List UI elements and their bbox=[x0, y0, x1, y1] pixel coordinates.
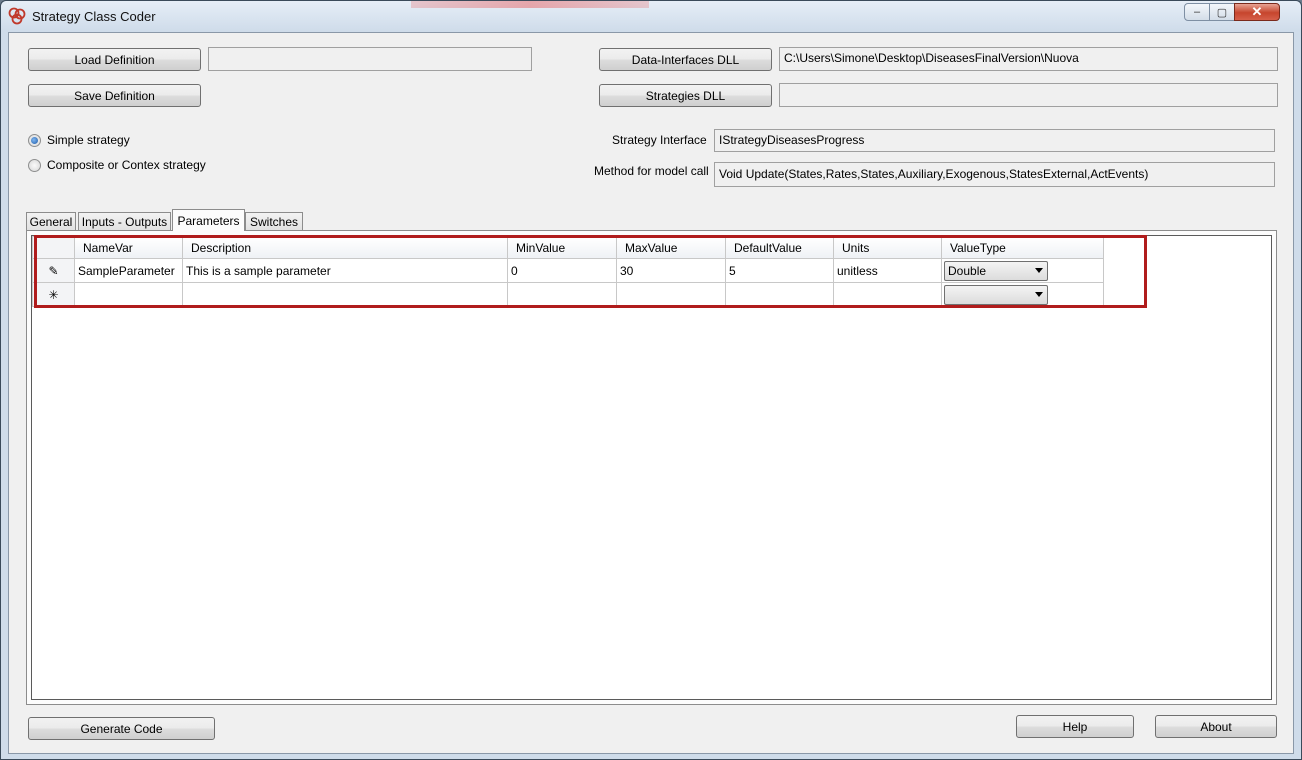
app-window: Strategy Class Coder – ▢ ✕ Load Definiti… bbox=[0, 0, 1302, 760]
help-button[interactable]: Help bbox=[1016, 715, 1134, 738]
new-cell-namevar[interactable] bbox=[74, 282, 183, 307]
close-button[interactable]: ✕ bbox=[1234, 3, 1280, 21]
column-header-units[interactable]: Units bbox=[833, 236, 942, 259]
cell-units[interactable]: unitless bbox=[833, 258, 942, 283]
new-row-indicator[interactable]: ✳ bbox=[32, 282, 75, 307]
cell-description[interactable]: This is a sample parameter bbox=[182, 258, 508, 283]
strategies-dll-path-field[interactable] bbox=[779, 83, 1278, 107]
column-header-valuetype[interactable]: ValueType bbox=[941, 236, 1104, 259]
parameters-table: NameVar Description MinValue MaxValue De… bbox=[32, 236, 1104, 307]
column-header-maxvalue[interactable]: MaxValue bbox=[616, 236, 726, 259]
title-bar[interactable]: Strategy Class Coder – ▢ ✕ bbox=[1, 1, 1301, 31]
row-indicator[interactable]: ✎ bbox=[32, 258, 75, 283]
new-table-row: ✳ bbox=[32, 282, 1104, 307]
client-area: Load Definition Save Definition Data-Int… bbox=[8, 32, 1294, 754]
title-decoration bbox=[411, 1, 649, 8]
column-header-minvalue[interactable]: MinValue bbox=[507, 236, 617, 259]
tab-switches[interactable]: Switches bbox=[245, 212, 303, 230]
new-row-icon: ✳ bbox=[48, 287, 59, 302]
strategy-interface-field[interactable]: IStrategyDiseasesProgress bbox=[714, 129, 1275, 152]
method-field[interactable]: Void Update(States,Rates,States,Auxiliar… bbox=[714, 162, 1275, 187]
cell-defaultvalue[interactable]: 5 bbox=[725, 258, 834, 283]
minimize-button[interactable]: – bbox=[1184, 3, 1210, 21]
new-cell-maxvalue[interactable] bbox=[616, 282, 726, 307]
strategy-interface-label: Strategy Interface bbox=[612, 133, 707, 147]
cell-valuetype: Double bbox=[941, 258, 1104, 283]
cell-namevar[interactable]: SampleParameter bbox=[74, 258, 183, 283]
data-interfaces-dll-path-field[interactable]: C:\Users\Simone\Desktop\DiseasesFinalVer… bbox=[779, 47, 1278, 71]
grid-corner-header[interactable] bbox=[32, 236, 75, 259]
maximize-button[interactable]: ▢ bbox=[1209, 3, 1235, 21]
new-cell-minvalue[interactable] bbox=[507, 282, 617, 307]
column-header-defaultvalue[interactable]: DefaultValue bbox=[725, 236, 834, 259]
parameters-grid[interactable]: NameVar Description MinValue MaxValue De… bbox=[31, 235, 1272, 700]
tab-parameters[interactable]: Parameters bbox=[172, 209, 245, 231]
valuetype-selected: Double bbox=[948, 263, 987, 278]
tab-inputs-outputs[interactable]: Inputs - Outputs bbox=[78, 212, 171, 230]
load-definition-path-field[interactable] bbox=[208, 47, 532, 71]
load-definition-button[interactable]: Load Definition bbox=[28, 48, 201, 71]
new-cell-valuetype bbox=[941, 282, 1104, 307]
window-controls: – ▢ ✕ bbox=[1184, 3, 1280, 23]
valuetype-dropdown[interactable]: Double bbox=[944, 260, 1048, 281]
data-interfaces-dll-button[interactable]: Data-Interfaces DLL bbox=[599, 48, 772, 71]
simple-strategy-label[interactable]: Simple strategy bbox=[47, 133, 130, 147]
dropdown-arrow-icon[interactable] bbox=[1031, 286, 1047, 304]
close-icon: ✕ bbox=[1251, 4, 1263, 19]
column-header-description[interactable]: Description bbox=[182, 236, 508, 259]
new-cell-description[interactable] bbox=[182, 282, 508, 307]
strategies-dll-button[interactable]: Strategies DLL bbox=[599, 84, 772, 107]
cell-minvalue[interactable]: 0 bbox=[507, 258, 617, 283]
simple-strategy-radio[interactable] bbox=[28, 134, 41, 147]
new-cell-defaultvalue[interactable] bbox=[725, 282, 834, 307]
about-button[interactable]: About bbox=[1155, 715, 1277, 738]
tab-general[interactable]: General bbox=[26, 212, 76, 230]
generate-code-button[interactable]: Generate Code bbox=[28, 717, 215, 740]
dropdown-arrow-icon[interactable] bbox=[1031, 262, 1047, 280]
table-row: ✎ SampleParameter This is a sample param… bbox=[32, 258, 1104, 283]
cell-maxvalue[interactable]: 30 bbox=[616, 258, 726, 283]
method-label: Method for model call bbox=[594, 164, 709, 178]
window-title: Strategy Class Coder bbox=[32, 9, 156, 24]
parameters-tab-page: NameVar Description MinValue MaxValue De… bbox=[26, 230, 1277, 705]
minimize-icon: – bbox=[1193, 6, 1201, 18]
maximize-icon: ▢ bbox=[1216, 6, 1228, 19]
composite-strategy-label[interactable]: Composite or Contex strategy bbox=[47, 158, 206, 172]
composite-strategy-radio[interactable] bbox=[28, 159, 41, 172]
pencil-icon: ✎ bbox=[48, 263, 59, 278]
app-icon bbox=[8, 7, 26, 25]
column-header-namevar[interactable]: NameVar bbox=[74, 236, 183, 259]
save-definition-button[interactable]: Save Definition bbox=[28, 84, 201, 107]
new-cell-units[interactable] bbox=[833, 282, 942, 307]
new-valuetype-dropdown[interactable] bbox=[944, 284, 1048, 305]
